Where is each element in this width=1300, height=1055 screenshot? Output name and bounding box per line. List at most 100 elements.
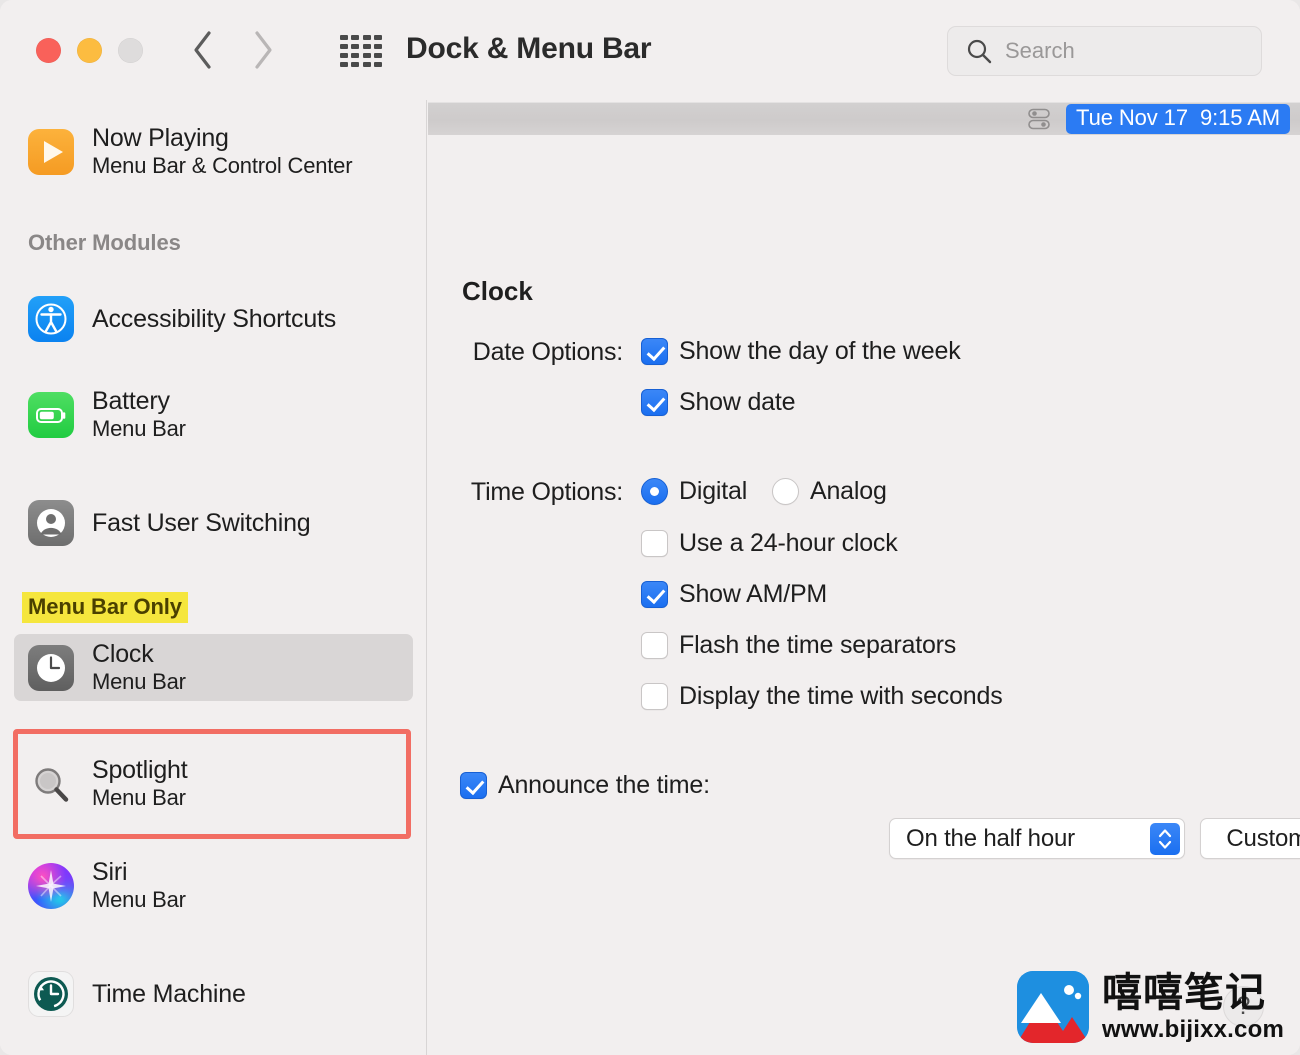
sidebar-item-title: Now Playing [92, 124, 229, 152]
checkbox-24-hour-clock[interactable]: Use a 24-hour clock [641, 529, 898, 558]
sidebar-group-menu-bar-only: Menu Bar Only [22, 592, 188, 623]
sidebar-item-title: Siri [92, 858, 128, 886]
sidebar-item-battery[interactable]: Battery Menu Bar [14, 381, 413, 448]
siri-icon [28, 862, 74, 909]
sidebar-item-title: Fast User Switching [92, 509, 311, 537]
chevron-left-icon [194, 31, 211, 69]
sidebar-item-subtitle: Menu Bar [92, 669, 186, 694]
clock-icon [28, 644, 74, 691]
sidebar-item-subtitle: Menu Bar [92, 416, 186, 441]
sidebar-item-accessibility-shortcuts[interactable]: Accessibility Shortcuts [14, 290, 413, 348]
search-field[interactable] [947, 26, 1262, 76]
watermark-brand: 嘻嘻笔记 [1102, 969, 1267, 1016]
sidebar-item-spotlight[interactable]: Spotlight Menu Bar [14, 750, 413, 817]
checkbox-flash-time-separators[interactable]: Flash the time separators [641, 631, 956, 660]
page-title: Dock & Menu Bar [406, 32, 652, 65]
zoom-button[interactable] [118, 38, 143, 63]
checkbox-show-day-of-week[interactable]: Show the day of the week [641, 337, 961, 366]
sidebar-item-subtitle: Menu Bar & Control Center [92, 153, 353, 178]
preferences-window: Dock & Menu Bar Now Playing Menu Bar & C… [0, 0, 1300, 1055]
radio-digital[interactable]: Digital [641, 477, 747, 506]
sidebar-item-title: Battery [92, 387, 170, 415]
menu-bar-preview: Tue Nov 17 9:15 AM [428, 102, 1300, 135]
date-options-label: Date Options: [472, 338, 623, 366]
grid-dot [374, 35, 382, 41]
grid-dot [351, 61, 360, 67]
grid-dot [340, 52, 348, 59]
checkbox-label: Show the day of the week [679, 337, 961, 365]
grid-dot [362, 61, 371, 67]
forward-button[interactable] [250, 28, 276, 72]
spotlight-icon [28, 761, 74, 807]
sidebar-item-clock[interactable]: Clock Menu Bar [14, 634, 413, 702]
sidebar-item-subtitle: Menu Bar [92, 887, 186, 912]
show-all-button[interactable] [338, 33, 384, 69]
radio-label: Digital [679, 477, 748, 505]
sidebar-item-title: Clock [92, 640, 154, 668]
traffic-lights [36, 38, 143, 63]
navigation-arrows [190, 28, 276, 72]
time-options-label: Time Options: [470, 478, 623, 506]
chevron-updown-icon[interactable] [1150, 823, 1180, 855]
now-playing-icon [28, 128, 74, 175]
sidebar-item-fast-user-switching[interactable]: Fast User Switching [14, 494, 413, 552]
menu-bar-clock-badge: Tue Nov 17 9:15 AM [1066, 104, 1290, 134]
checkbox-label: Flash the time separators [679, 631, 957, 659]
checkbox-indicator[interactable] [641, 683, 668, 710]
checkbox-show-date[interactable]: Show date [641, 388, 796, 417]
watermark-logo-icon [1017, 971, 1090, 1043]
checkbox-indicator[interactable] [460, 772, 487, 799]
minimize-button[interactable] [77, 38, 102, 63]
search-input[interactable] [1005, 38, 1245, 64]
checkbox-label: Use a 24-hour clock [679, 529, 898, 557]
checkbox-indicator[interactable] [641, 632, 668, 659]
titlebar: Dock & Menu Bar [0, 0, 1300, 100]
checkbox-label: Show date [679, 388, 796, 416]
section-title: Clock [462, 276, 533, 306]
radio-indicator[interactable] [772, 478, 799, 505]
sidebar[interactable]: Now Playing Menu Bar & Control Center Ot… [0, 100, 427, 1055]
sidebar-item-time-machine[interactable]: Time Machine [14, 965, 413, 1023]
fast-user-switching-icon [28, 500, 74, 546]
sidebar-item-title: Accessibility Shortcuts [92, 305, 337, 333]
customize-voice-button[interactable]: Customize Voice... [1200, 818, 1300, 859]
watermark: 嘻嘻笔记 www.bijixx.com [1017, 971, 1284, 1043]
accessibility-icon [28, 296, 74, 342]
grid-dot [374, 52, 382, 59]
control-center-icon[interactable] [1026, 108, 1052, 130]
grid-dot [340, 35, 348, 41]
watermark-url: www.bijixx.com [1102, 1015, 1284, 1043]
announce-interval-select[interactable]: On the half hour [889, 818, 1185, 859]
grid-dot [351, 35, 360, 41]
back-button[interactable] [190, 28, 216, 72]
search-icon [967, 39, 992, 63]
close-button[interactable] [36, 38, 61, 63]
announce-interval-value: On the half hour [906, 824, 1075, 852]
checkbox-label: Announce the time: [498, 771, 710, 799]
chevron-right-icon [255, 31, 272, 69]
main-content: Tue Nov 17 9:15 AM Clock Date Options: S… [428, 100, 1300, 1055]
checkbox-indicator[interactable] [641, 338, 668, 365]
checkbox-indicator[interactable] [641, 530, 668, 557]
checkbox-show-am-pm[interactable]: Show AM/PM [641, 580, 827, 609]
checkbox-indicator[interactable] [641, 389, 668, 416]
grid-dot [362, 35, 371, 41]
checkbox-label: Display the time with seconds [679, 682, 1003, 710]
grid-dot [374, 43, 382, 50]
battery-icon [28, 391, 74, 438]
sidebar-item-subtitle: Menu Bar [92, 785, 186, 810]
checkbox-display-time-with-seconds[interactable]: Display the time with seconds [641, 682, 1003, 711]
grid-dot [340, 61, 348, 67]
checkbox-announce-the-time[interactable]: Announce the time: [460, 771, 710, 800]
grid-dot [362, 43, 371, 50]
grid-dot [374, 61, 382, 67]
grid-dot [340, 43, 348, 50]
grid-dot [351, 52, 360, 59]
sidebar-item-siri[interactable]: Siri Menu Bar [14, 852, 413, 919]
sidebar-item-now-playing[interactable]: Now Playing Menu Bar & Control Center [14, 118, 413, 185]
checkbox-indicator[interactable] [641, 581, 668, 608]
radio-indicator[interactable] [641, 478, 668, 505]
radio-analog[interactable]: Analog [772, 477, 887, 506]
sidebar-item-title: Time Machine [92, 980, 246, 1008]
checkbox-label: Show AM/PM [679, 580, 828, 608]
